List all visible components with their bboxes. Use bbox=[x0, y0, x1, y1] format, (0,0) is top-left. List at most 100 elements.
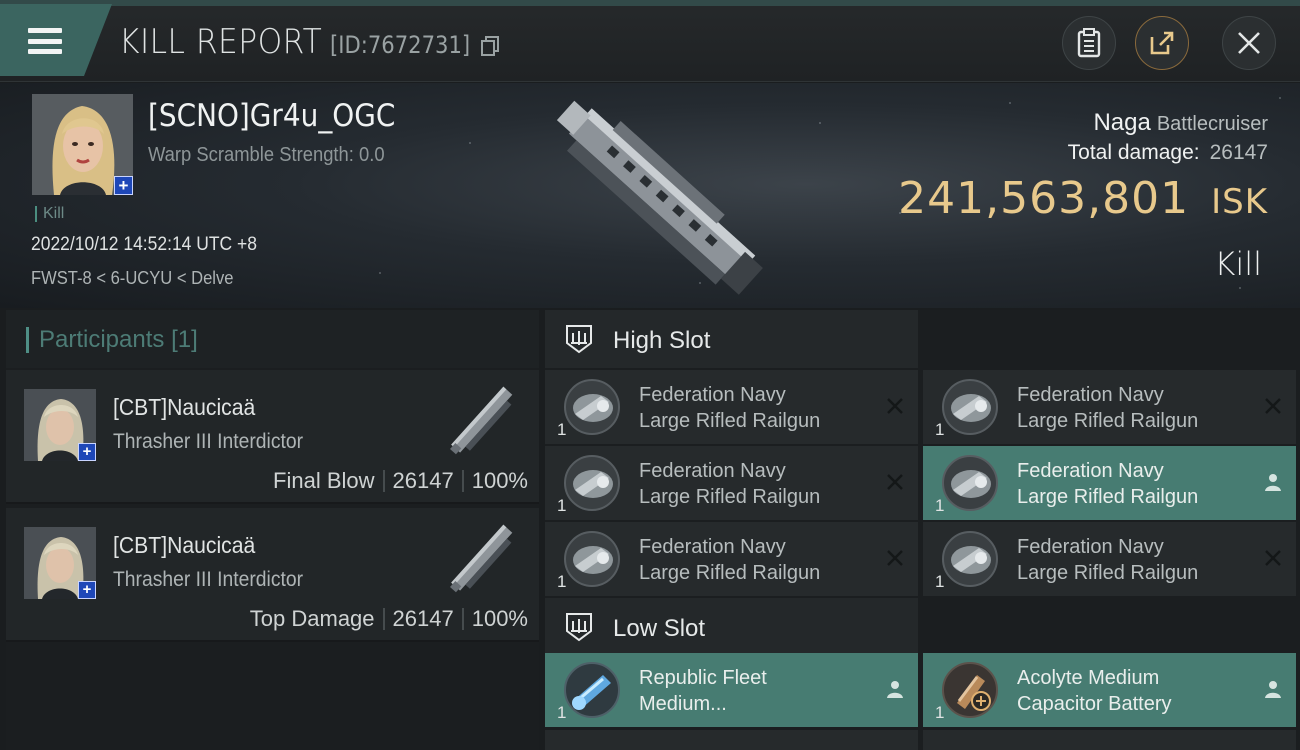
menu-button[interactable] bbox=[0, 4, 112, 76]
participant-ship-image[interactable] bbox=[436, 374, 526, 464]
add-contact-icon[interactable]: + bbox=[78, 581, 96, 599]
slot-item[interactable]: 1 Federation Navy Large Rifled Railgun bbox=[923, 446, 1296, 520]
item-quantity: 1 bbox=[935, 496, 945, 515]
participants-title: Participants [1] bbox=[26, 327, 198, 353]
participant-name[interactable]: [CBT]Naucicaä bbox=[113, 532, 255, 559]
top-accent-strip bbox=[0, 0, 1300, 6]
slot-item[interactable]: 1 Acolyte Medium Capacitor Battery bbox=[923, 653, 1296, 727]
menu-icon bbox=[28, 28, 62, 54]
low-slot-icon bbox=[566, 613, 592, 642]
high-slot-label: High Slot bbox=[613, 327, 711, 354]
participant-percent: 100% bbox=[471, 606, 528, 631]
share-button[interactable] bbox=[1135, 16, 1189, 70]
add-contact-icon[interactable]: + bbox=[114, 176, 133, 195]
total-damage-value: 26147 bbox=[1209, 141, 1268, 164]
item-quantity: 1 bbox=[935, 703, 945, 722]
slot-item-partial[interactable] bbox=[545, 730, 918, 750]
destroyed-icon bbox=[1265, 550, 1281, 566]
report-id: [ID:7672731] bbox=[330, 31, 471, 59]
item-name: Acolyte Medium Capacitor Battery bbox=[1017, 667, 1172, 715]
clipboard-icon bbox=[1077, 28, 1101, 58]
item-quantity: 1 bbox=[557, 420, 567, 439]
kill-tag: Kill bbox=[35, 206, 64, 222]
clipboard-button[interactable] bbox=[1062, 16, 1116, 70]
destroyed-icon bbox=[887, 474, 903, 490]
participant-damage: 26147 bbox=[392, 606, 454, 631]
high-slot-icon bbox=[566, 325, 592, 354]
capacitor-battery-icon bbox=[942, 662, 998, 718]
close-icon bbox=[1238, 32, 1260, 54]
dropped-person-icon bbox=[1265, 474, 1281, 491]
fitting-panel: High Slot 1 Federation Navy Large Rifled … bbox=[545, 310, 1300, 750]
low-slot-label: Low Slot bbox=[613, 615, 706, 642]
participant-portrait[interactable]: + bbox=[24, 389, 96, 461]
railgun-icon bbox=[942, 531, 998, 587]
close-button[interactable] bbox=[1222, 16, 1276, 70]
isk-value-line: 241,563,801 ISK bbox=[898, 173, 1268, 224]
slot-item[interactable]: 1 Federation Navy Large Rifled Railgun bbox=[923, 370, 1296, 444]
participant-percent: 100% bbox=[471, 468, 528, 493]
total-damage-line: Total damage: 26147 bbox=[1068, 141, 1268, 165]
participant-role: Top Damage bbox=[249, 606, 375, 631]
dropped-person-icon bbox=[887, 681, 903, 698]
railgun-icon bbox=[564, 455, 620, 511]
total-damage-label: Total damage: bbox=[1067, 141, 1200, 164]
item-name: Federation Navy Large Rifled Railgun bbox=[1017, 460, 1199, 508]
railgun-icon bbox=[564, 531, 620, 587]
victim-ship-name: Naga bbox=[1093, 109, 1151, 136]
copy-icon[interactable] bbox=[481, 36, 499, 56]
item-quantity: 1 bbox=[557, 496, 567, 515]
victim-ship-line[interactable]: Naga Battlecruiser bbox=[1093, 109, 1268, 137]
magnetic-field-stabilizer-icon bbox=[564, 662, 620, 718]
kill-location[interactable]: FWST-8 < 6-UCYU < Delve bbox=[31, 268, 233, 289]
participants-count: [1] bbox=[171, 326, 198, 353]
item-quantity: 1 bbox=[935, 420, 945, 439]
item-name: Federation Navy Large Rifled Railgun bbox=[639, 384, 821, 432]
participant-damage: 26147 bbox=[392, 468, 454, 493]
victim-portrait[interactable]: + bbox=[32, 94, 133, 195]
participant-stats: Final Blow 26147 100% bbox=[273, 468, 528, 494]
item-name: Federation Navy Large Rifled Railgun bbox=[639, 460, 821, 508]
item-quantity: 1 bbox=[935, 572, 945, 591]
report-type: Kill bbox=[1214, 245, 1262, 283]
participants-label: Participants bbox=[39, 326, 165, 353]
kill-datetime: 2022/10/12 14:52:14 UTC +8 bbox=[31, 234, 257, 255]
item-quantity: 1 bbox=[557, 572, 567, 591]
railgun-icon bbox=[942, 379, 998, 435]
participant-row[interactable]: + [CBT]Naucicaä Thrasher III Interdictor… bbox=[6, 370, 539, 504]
participant-row[interactable]: + [CBT]Naucicaä Thrasher III Interdictor… bbox=[6, 508, 539, 642]
participants-panel: Participants [1] + [CBT]Naucicaä Thrashe… bbox=[6, 310, 539, 750]
victim-name[interactable]: [SCNO]Gr4u_OGC bbox=[148, 98, 395, 134]
slot-item[interactable]: 1 Federation Navy Large Rifled Railgun bbox=[923, 522, 1296, 596]
participant-role: Final Blow bbox=[273, 468, 375, 493]
participant-ship: Thrasher III Interdictor bbox=[113, 568, 304, 591]
share-icon bbox=[1150, 31, 1174, 55]
destroyed-icon bbox=[887, 550, 903, 566]
top-bar: KILL REPORT [ID:7672731] bbox=[0, 0, 1300, 82]
slot-item-partial[interactable] bbox=[923, 730, 1296, 750]
isk-unit: ISK bbox=[1211, 182, 1268, 222]
dropped-person-icon bbox=[1265, 681, 1281, 698]
item-name: Federation Navy Large Rifled Railgun bbox=[1017, 536, 1199, 584]
railgun-icon bbox=[564, 379, 620, 435]
participant-ship: Thrasher III Interdictor bbox=[113, 430, 304, 453]
participant-ship-image[interactable] bbox=[436, 512, 526, 602]
page-title: KILL REPORT bbox=[119, 22, 323, 62]
slot-item[interactable]: 1 Federation Navy Large Rifled Railgun bbox=[545, 446, 918, 520]
add-contact-icon[interactable]: + bbox=[78, 443, 96, 461]
participant-stats: Top Damage 26147 100% bbox=[250, 606, 528, 632]
high-slot-header: High Slot bbox=[545, 310, 918, 368]
slot-item[interactable]: 1 Federation Navy Large Rifled Railgun bbox=[545, 370, 918, 444]
item-quantity: 1 bbox=[557, 703, 567, 722]
slot-item[interactable]: 1 Federation Navy Large Rifled Railgun bbox=[545, 522, 918, 596]
item-name: Federation Navy Large Rifled Railgun bbox=[1017, 384, 1199, 432]
railgun-icon bbox=[942, 455, 998, 511]
slot-item[interactable]: 1 Republic Fleet Medium... bbox=[545, 653, 918, 727]
participant-portrait[interactable]: + bbox=[24, 527, 96, 599]
victim-ship-image[interactable] bbox=[520, 83, 790, 308]
item-name: Republic Fleet Medium... bbox=[639, 667, 767, 715]
victim-ship-class: Battlecruiser bbox=[1156, 113, 1268, 135]
item-name: Federation Navy Large Rifled Railgun bbox=[639, 536, 821, 584]
participant-name[interactable]: [CBT]Naucicaä bbox=[113, 394, 255, 421]
destroyed-icon bbox=[1265, 398, 1281, 414]
